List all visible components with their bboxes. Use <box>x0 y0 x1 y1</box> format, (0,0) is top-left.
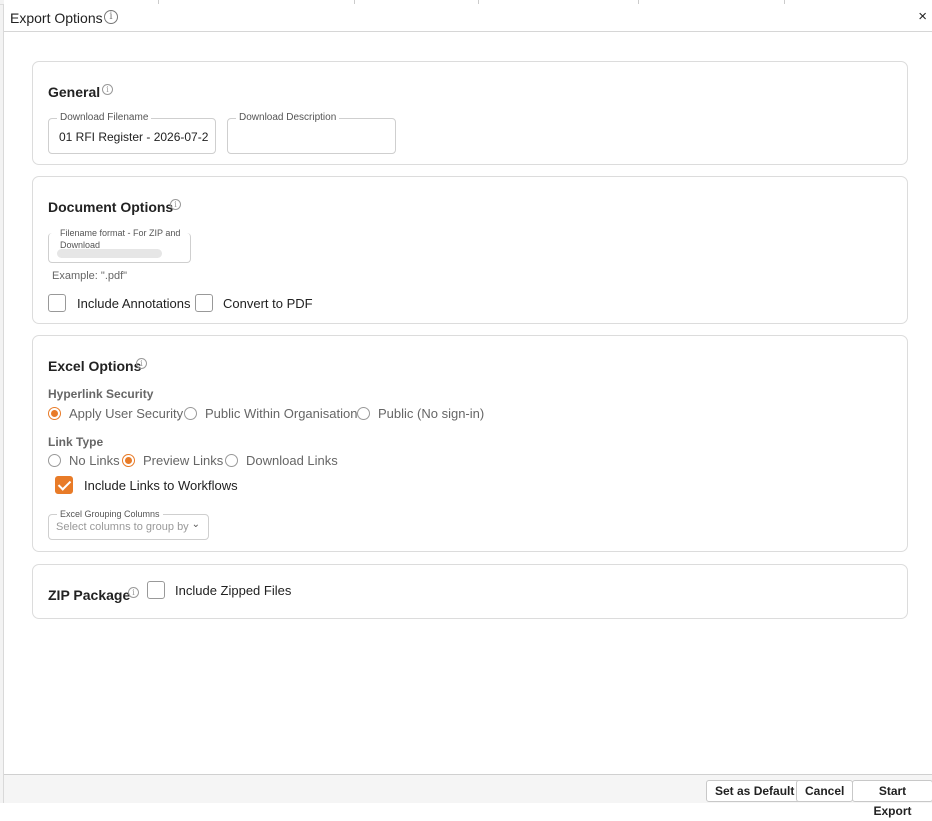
filename-format-token[interactable] <box>57 249 162 258</box>
convert-to-pdf-checkbox[interactable] <box>195 294 213 312</box>
no-links-label[interactable]: No Links <box>69 453 120 468</box>
include-zipped-files-checkbox[interactable] <box>147 581 165 599</box>
zip-package-info-icon[interactable]: i <box>128 587 139 598</box>
apply-user-security-radio[interactable] <box>48 407 61 420</box>
include-zipped-files-label[interactable]: Include Zipped Files <box>175 583 291 598</box>
download-description-field[interactable]: Download Description <box>227 112 396 154</box>
general-info-icon[interactable]: i <box>102 84 113 95</box>
hyperlink-security-heading: Hyperlink Security <box>48 387 154 401</box>
dialog-content: General i Download Filename 01 RFI Regis… <box>4 33 932 774</box>
cancel-button[interactable]: Cancel <box>796 780 854 802</box>
general-section: General i Download Filename 01 RFI Regis… <box>32 61 908 165</box>
filename-example-text: Example: ".pdf" <box>52 270 128 282</box>
excel-options-section: Excel Options i Hyperlink Security Apply… <box>32 335 908 552</box>
general-title: General <box>48 84 101 100</box>
download-description-label: Download Description <box>236 112 340 124</box>
download-links-radio[interactable] <box>225 454 238 467</box>
download-links-label[interactable]: Download Links <box>246 453 338 468</box>
apply-user-security-label[interactable]: Apply User Security <box>69 406 183 421</box>
dialog-titlebar: Export Options i × <box>4 4 932 32</box>
document-options-info-icon[interactable]: i <box>170 199 181 210</box>
start-export-button[interactable]: Start Export <box>852 780 932 818</box>
public-within-organisation-label[interactable]: Public Within Organisation <box>205 406 357 421</box>
filename-format-field[interactable]: Filename format - For ZIP and Download <box>48 227 191 263</box>
convert-to-pdf-label[interactable]: Convert to PDF <box>223 296 313 311</box>
export-options-dialog: Export Options i × General i Download Fi… <box>3 4 932 818</box>
link-type-heading: Link Type <box>48 435 104 449</box>
include-annotations-label[interactable]: Include Annotations <box>77 296 190 311</box>
chevron-down-icon[interactable]: ⌄ <box>192 519 200 530</box>
preview-links-radio[interactable] <box>122 454 135 467</box>
dialog-footer: Set as Default Cancel Start Export <box>4 774 932 818</box>
public-no-sign-in-radio[interactable] <box>357 407 370 420</box>
include-annotations-checkbox[interactable] <box>48 294 66 312</box>
download-filename-value: 01 RFI Register - 2026-07-2 <box>59 130 209 144</box>
include-links-to-workflows-label[interactable]: Include Links to Workflows <box>84 478 238 493</box>
document-options-section: Document Options i Filename format - For… <box>32 176 908 324</box>
excel-options-title: Excel Options <box>48 358 142 374</box>
download-filename-label: Download Filename <box>57 112 152 124</box>
document-options-title: Document Options <box>48 199 174 215</box>
no-links-radio[interactable] <box>48 454 61 467</box>
dialog-title: Export Options <box>10 10 103 26</box>
excel-grouping-columns-select[interactable]: Excel Grouping Columns Select columns to… <box>48 508 209 540</box>
include-links-to-workflows-checkbox[interactable] <box>55 476 73 494</box>
zip-package-title: ZIP Package <box>48 587 131 603</box>
public-within-organisation-radio[interactable] <box>184 407 197 420</box>
set-as-default-button[interactable]: Set as Default <box>706 780 804 802</box>
excel-options-info-icon[interactable]: i <box>136 358 147 369</box>
filename-format-label: Filename format - For ZIP and Download <box>57 227 187 251</box>
download-filename-field[interactable]: Download Filename 01 RFI Register - 2026… <box>48 112 216 154</box>
zip-package-section: ZIP Package i Include Zipped Files <box>32 564 908 619</box>
info-icon[interactable]: i <box>104 10 118 24</box>
close-button[interactable]: × <box>918 8 927 25</box>
public-no-sign-in-label[interactable]: Public (No sign-in) <box>378 406 484 421</box>
preview-links-label[interactable]: Preview Links <box>143 453 223 468</box>
excel-grouping-columns-label: Excel Grouping Columns <box>57 508 163 520</box>
excel-grouping-columns-placeholder: Select columns to group by <box>56 521 189 533</box>
